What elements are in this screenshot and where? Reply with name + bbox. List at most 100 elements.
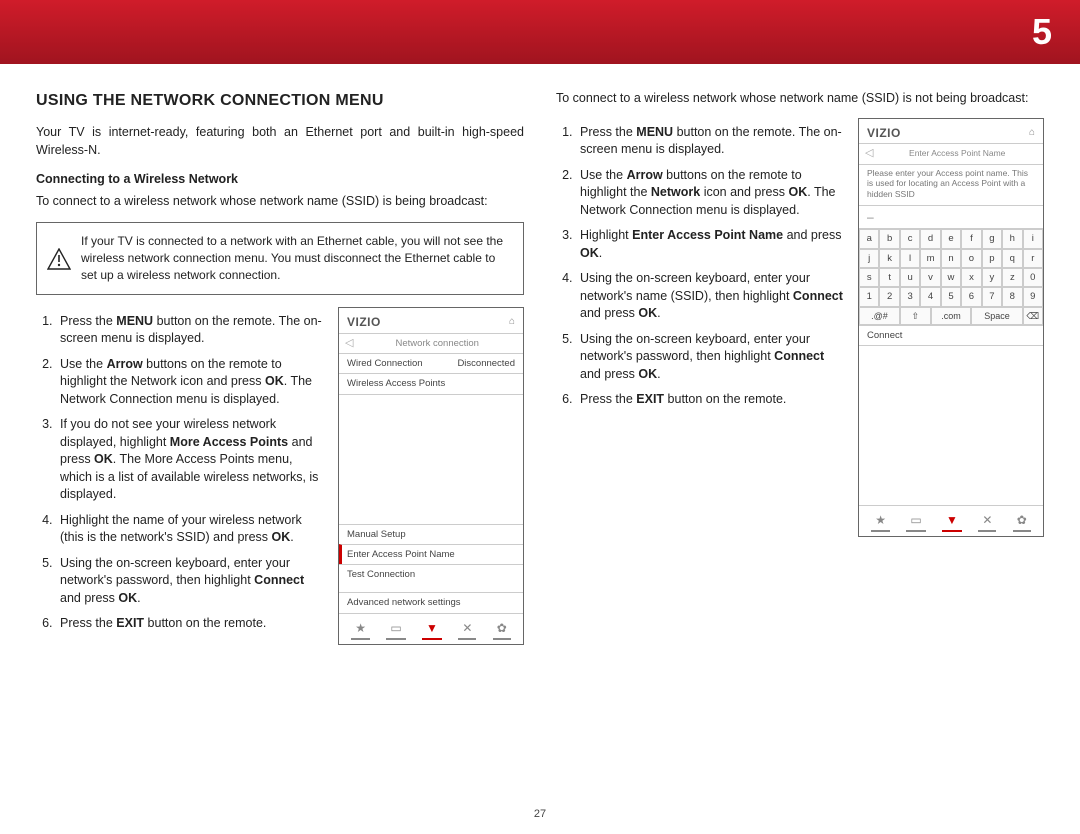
intro-text: Your TV is internet-ready, featuring bot… [36,124,524,159]
key-9: 9 [1023,287,1043,306]
keyboard-grid: abcdefghi jklmnopqr stuvwxyz0 123456789 [859,228,1043,306]
key-d: d [920,229,940,248]
sym-key: .@# [859,307,900,326]
key-t: t [879,268,899,287]
key-a: a [859,229,879,248]
advanced-row: Advanced network settings [339,592,523,612]
lead-b: To connect to a wireless network whose n… [556,90,1044,108]
x-icon: ✕ [458,620,476,640]
step: Press the EXIT button on the remote. [576,391,844,409]
right-column: To connect to a wireless network whose n… [556,90,1044,645]
steps-list-a: Press the MENU button on the remote. The… [36,313,324,633]
tv-logo: VIZIO [867,125,901,142]
back-icon: ◁ [345,336,353,351]
star-icon: ★ [351,620,370,640]
shift-key: ⇧ [900,307,931,326]
v-icon: ▼ [422,620,442,640]
key-l: l [900,249,920,268]
key-y: y [982,268,1002,287]
lead-a: To connect to a wireless network whose n… [36,193,524,211]
tv-screenshot-keyboard: VIZIO ⌂ ◁ Enter Access Point Name Please… [858,118,1044,538]
key-2: 2 [879,287,899,306]
key-7: 7 [982,287,1002,306]
key-3: 3 [900,287,920,306]
chapter-header: 5 [0,0,1080,64]
v-icon: ▼ [942,512,962,532]
key-1: 1 [859,287,879,306]
wap-row: Wireless Access Points [339,373,523,393]
page-number: 27 [0,807,1080,822]
key-r: r [1023,249,1043,268]
key-p: p [982,249,1002,268]
tv-bottom-icons: ★ ▭ ▼ ✕ ✿ [339,613,523,644]
key-q: q [1002,249,1022,268]
back-icon: ◁ [865,146,873,161]
input-line: – [859,205,1043,229]
warning-callout: If your TV is connected to a network wit… [36,222,524,294]
key-4: 4 [920,287,940,306]
key-g: g [982,229,1002,248]
steps-list-b: Press the MENU button on the remote. The… [556,124,844,409]
com-key: .com [931,307,972,326]
key-u: u [900,268,920,287]
gear-icon: ✿ [1013,512,1031,532]
key-z: z [1002,268,1022,287]
star-icon: ★ [871,512,890,532]
chapter-number: 5 [1032,7,1052,57]
rect-icon: ▭ [906,512,925,532]
step: Using the on-screen keyboard, enter your… [576,270,844,323]
key-6: 6 [961,287,981,306]
key-5: 5 [941,287,961,306]
tv-screenshot-network: VIZIO ⌂ ◁ Network connection Wired Conne… [338,307,524,645]
key-h: h [1002,229,1022,248]
key-8: 8 [1002,287,1022,306]
tv-bottom-icons: ★ ▭ ▼ ✕ ✿ [859,505,1043,536]
space-key: Space [971,307,1022,326]
manual-setup-row: Manual Setup [339,524,523,544]
key-x: x [961,268,981,287]
step: Using the on-screen keyboard, enter your… [56,555,324,608]
enter-ap-row: Enter Access Point Name [339,544,523,564]
wired-row: Wired Connection Disconnected [339,353,523,373]
callout-text: If your TV is connected to a network wit… [81,234,503,282]
rect-icon: ▭ [386,620,405,640]
step: Use the Arrow buttons on the remote to h… [56,356,324,409]
step: Press the MENU button on the remote. The… [56,313,324,348]
step: Use the Arrow buttons on the remote to h… [576,167,844,220]
step: Press the MENU button on the remote. The… [576,124,844,159]
subheading: Connecting to a Wireless Network [36,171,524,189]
step: Press the EXIT button on the remote. [56,615,324,633]
help-text: Please enter your Access point name. Thi… [859,164,1043,205]
key-v: v [920,268,940,287]
home-icon: ⌂ [509,315,515,329]
section-title: USING THE NETWORK CONNECTION MENU [36,90,524,112]
key-k: k [879,249,899,268]
key-b: b [879,229,899,248]
key-c: c [900,229,920,248]
key-w: w [941,268,961,287]
key-j: j [859,249,879,268]
gear-icon: ✿ [493,620,511,640]
key-e: e [941,229,961,248]
x-icon: ✕ [978,512,996,532]
key-0: 0 [1023,268,1043,287]
panel-title: Enter Access Point Name [879,148,1035,160]
test-conn-row: Test Connection [339,564,523,584]
key-m: m [920,249,940,268]
delete-key: ⌫ [1023,307,1043,326]
key-i: i [1023,229,1043,248]
tv-logo: VIZIO [347,314,381,331]
connect-row: Connect [859,325,1043,345]
key-s: s [859,268,879,287]
step: Highlight the name of your wireless netw… [56,512,324,547]
key-f: f [961,229,981,248]
step: Using the on-screen keyboard, enter your… [576,331,844,384]
key-o: o [961,249,981,268]
left-column: USING THE NETWORK CONNECTION MENU Your T… [36,90,524,645]
keyboard-bottom-row: .@# ⇧ .com Space ⌫ [859,307,1043,326]
key-n: n [941,249,961,268]
panel-title: Network connection [359,337,515,350]
step: If you do not see your wireless network … [56,416,324,504]
warning-icon [47,248,71,270]
home-icon: ⌂ [1029,126,1035,140]
